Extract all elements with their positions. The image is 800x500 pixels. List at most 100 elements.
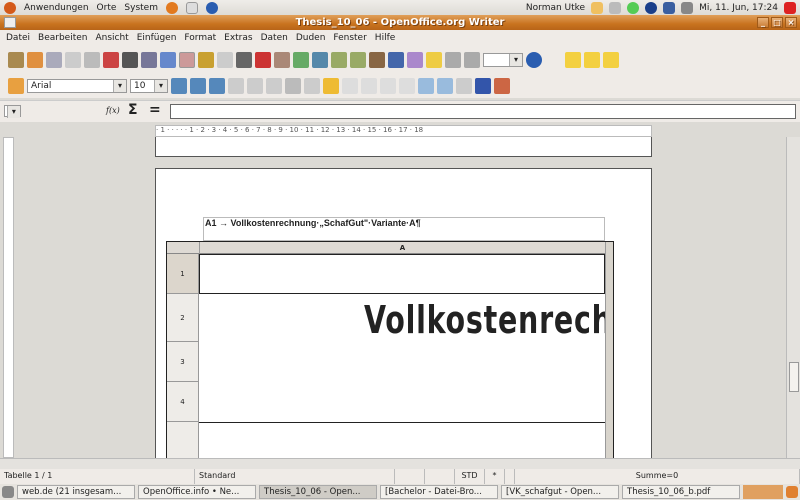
menu-bearbeiten[interactable]: Bearbeiten [34, 33, 91, 43]
email-icon[interactable] [65, 51, 81, 68]
close-button[interactable]: × [785, 17, 797, 28]
column-header-a[interactable]: A [199, 242, 605, 254]
formula-input[interactable] [170, 104, 796, 119]
task-openoffice-info[interactable]: OpenOffice.info • Ne... [138, 485, 256, 499]
duden-search-icon[interactable] [584, 51, 600, 68]
volume-icon[interactable] [681, 1, 694, 14]
paste-icon[interactable] [236, 51, 252, 68]
font-color-icon[interactable] [494, 77, 510, 94]
standard-format-icon[interactable] [361, 77, 377, 94]
gallery-icon[interactable] [407, 51, 423, 68]
cut-icon[interactable] [198, 51, 214, 68]
bold-icon[interactable] [171, 77, 187, 94]
window-titlebar[interactable]: Thesis_10_06 - OpenOffice.org Writer _ □… [0, 15, 800, 30]
function-wizard-button[interactable]: f(x) [106, 106, 120, 115]
task-thesis-pdf[interactable]: Thesis_10_06_b.pdf [622, 485, 740, 499]
menu-duden[interactable]: Duden [292, 33, 330, 43]
menu-fenster[interactable]: Fenster [329, 33, 370, 43]
cell-a2[interactable]: Vollkostenrechnung [199, 294, 605, 422]
menu-daten[interactable]: Daten [257, 33, 292, 43]
menu-datei[interactable]: Datei [2, 33, 34, 43]
align-center-icon[interactable] [247, 77, 263, 94]
printer-icon[interactable] [609, 1, 622, 14]
vertical-ruler[interactable] [3, 137, 14, 458]
row-header-2[interactable]: 2 [167, 294, 199, 342]
firefox-icon[interactable] [165, 1, 178, 14]
menu-einfuegen[interactable]: Einfügen [133, 33, 181, 43]
align-right-icon[interactable] [266, 77, 282, 94]
duden-close-icon[interactable] [603, 51, 619, 68]
save-icon[interactable] [46, 51, 62, 68]
format-paintbrush-icon[interactable] [255, 51, 271, 68]
horizontal-ruler[interactable]: · 1 · · · · · 1 · 2 · 3 · 4 · 5 · 6 · 7 … [155, 125, 652, 137]
add-decimal-icon[interactable] [380, 77, 396, 94]
draw-icon[interactable] [388, 51, 404, 68]
spellcheck-icon[interactable] [160, 51, 176, 68]
weather-icon[interactable] [591, 1, 604, 14]
menu-extras[interactable]: Extras [220, 33, 256, 43]
chart-icon[interactable] [369, 51, 385, 68]
maximize-button[interactable]: □ [771, 17, 783, 28]
edit-file-icon[interactable] [84, 51, 100, 68]
power-icon[interactable] [784, 1, 796, 14]
redo-icon[interactable] [293, 51, 309, 68]
row-header-1[interactable]: 1 [167, 254, 199, 294]
user-name[interactable]: Norman Utke [526, 3, 585, 13]
help-icon[interactable] [526, 51, 542, 68]
vertical-scroll-thumb[interactable] [789, 362, 799, 392]
increase-indent-icon[interactable] [437, 77, 453, 94]
background-color-icon[interactable] [475, 77, 491, 94]
embedded-spreadsheet[interactable]: A 1 2 3 4 5 Vollkostenrechnung [166, 241, 614, 458]
minimize-button[interactable]: _ [757, 17, 769, 28]
clock[interactable]: Mi, 11. Jun, 17:24 [699, 3, 778, 13]
styles-icon[interactable] [8, 77, 24, 94]
sum-button[interactable]: Σ [128, 102, 138, 118]
menu-system[interactable]: System [124, 3, 158, 13]
new-icon[interactable] [8, 51, 24, 68]
row-header-5[interactable]: 5 [167, 422, 199, 458]
task-webde[interactable]: web.de (21 insgesam... [17, 485, 135, 499]
font-name-select[interactable]: Arial [27, 78, 127, 93]
task-vk-schafgut[interactable]: [VK_schafgut - Open... [501, 485, 619, 499]
copy-icon[interactable] [217, 51, 233, 68]
duden-check-icon[interactable] [565, 51, 581, 68]
navigator-icon[interactable] [312, 51, 328, 68]
delete-decimal-icon[interactable] [399, 77, 415, 94]
help-icon[interactable] [205, 1, 218, 14]
sheet-vertical-scrollbar[interactable] [605, 242, 613, 458]
mail-icon[interactable] [185, 1, 198, 14]
print-icon[interactable] [122, 51, 138, 68]
sort-ascending-icon[interactable] [331, 51, 347, 68]
show-desktop-icon[interactable] [2, 486, 14, 498]
cell-a1[interactable] [199, 254, 605, 294]
signal-icon[interactable] [663, 1, 676, 14]
undo-icon[interactable] [274, 51, 290, 68]
font-size-select[interactable]: 10 [130, 78, 168, 93]
trash-icon[interactable] [786, 486, 798, 498]
percent-icon[interactable] [342, 77, 358, 94]
status-style[interactable]: Standard [195, 469, 395, 484]
caption-text[interactable]: A1 → Vollkostenrechnung·„SchafGut"·Varia… [203, 217, 605, 241]
menu-format[interactable]: Format [180, 33, 220, 43]
row-header-4[interactable]: 4 [167, 382, 199, 422]
star-icon[interactable] [426, 51, 442, 68]
horizontal-scrollbar[interactable] [0, 458, 800, 469]
menu-hilfe[interactable]: Hilfe [371, 33, 399, 43]
italic-icon[interactable] [190, 77, 206, 94]
page[interactable]: A1 → Vollkostenrechnung·„SchafGut"·Varia… [155, 168, 652, 458]
cell-reference-box[interactable]: A1 [4, 105, 21, 117]
underline-icon[interactable] [209, 77, 225, 94]
currency-icon[interactable] [323, 77, 339, 94]
align-left-icon[interactable] [228, 77, 244, 94]
nonprinting-chars-icon[interactable] [464, 51, 480, 68]
row-header-3[interactable]: 3 [167, 342, 199, 382]
zoom-select[interactable] [483, 52, 523, 67]
menu-anwendungen[interactable]: Anwendungen [24, 3, 89, 13]
print-preview-icon[interactable] [141, 51, 157, 68]
network-icon[interactable] [627, 1, 640, 14]
vertical-scrollbar[interactable] [786, 137, 800, 458]
status-selection-mode[interactable]: STD [455, 469, 485, 484]
menu-orte[interactable]: Orte [97, 3, 117, 13]
decrease-indent-icon[interactable] [418, 77, 434, 94]
datasource-icon[interactable] [445, 51, 461, 68]
